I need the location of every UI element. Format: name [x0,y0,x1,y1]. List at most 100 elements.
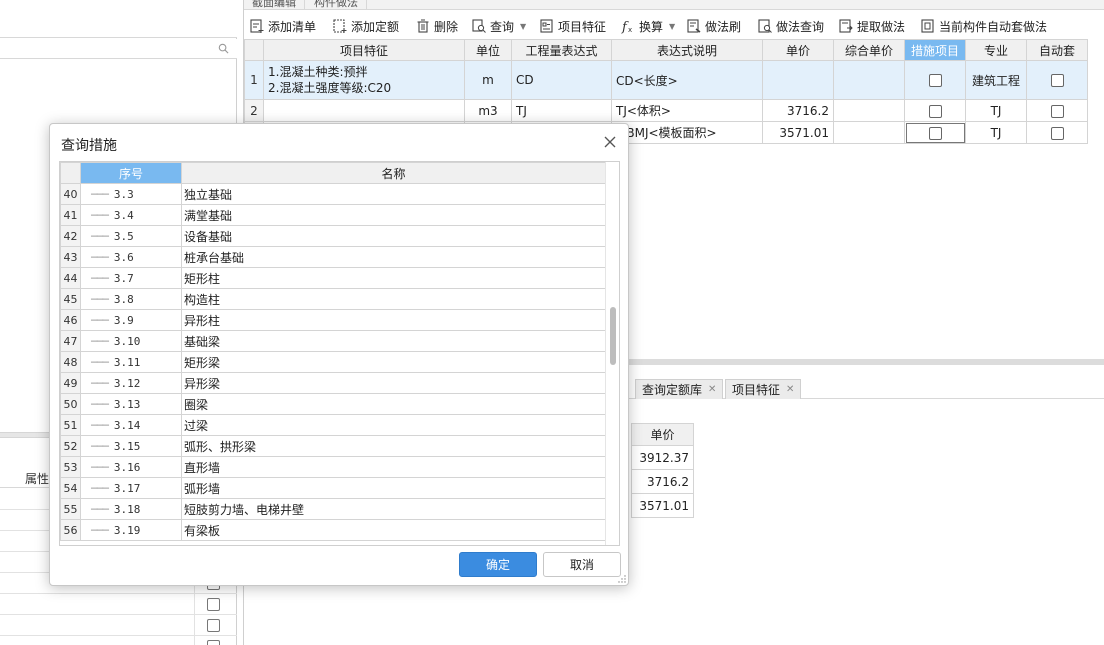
composite-price-cell[interactable] [833,121,905,144]
tab-section-edit[interactable]: 截面编辑 [244,0,305,9]
auto-apply-cell[interactable] [1026,99,1088,122]
composite-price-cell[interactable] [833,99,905,122]
auto-apply-checkbox[interactable] [1050,126,1064,140]
cancel-button[interactable]: 取消 [543,552,621,577]
tab-query-quota-library[interactable]: 查询定额库 ✕ [635,379,724,399]
feature-cell[interactable]: 1.混凝土种类:预拌 2.混凝土强度等级:C20 [263,60,465,100]
col-header-feature[interactable]: 项目特征 [263,39,465,61]
measure-name-cell[interactable]: 异形柱 [181,309,606,331]
add-quota-button[interactable]: 添加定额 [332,16,399,36]
measure-name-cell[interactable]: 短肢剪力墙、电梯井壁 [181,498,606,520]
scrollbar-thumb[interactable] [610,307,616,365]
list-item[interactable]: 46 ─── 3.9 异形柱 [60,309,606,331]
measure-code-cell[interactable]: ─── 3.15 [80,435,182,457]
list-item[interactable]: 49 ─── 3.12 异形梁 [60,372,606,394]
list-item[interactable]: 55 ─── 3.18 短肢剪力墙、电梯井壁 [60,498,606,520]
measure-name-cell[interactable]: 构造柱 [181,288,606,310]
price-cell[interactable] [762,60,834,100]
auto-apply-button[interactable]: 当前构件自动套做法 [920,16,1047,36]
property-row[interactable] [0,636,237,645]
search-icon[interactable] [218,43,229,54]
tab-item-feature[interactable]: 项目特征 ✕ [725,379,802,399]
method-query-button[interactable]: 做法查询 [757,16,824,36]
measure-code-cell[interactable]: ─── 3.8 [80,288,182,310]
measure-name-cell[interactable]: 独立基础 [181,183,606,205]
expression-cell[interactable]: TJ [511,99,612,122]
measure-item-cell[interactable] [904,99,966,122]
measure-name-cell[interactable]: 异形梁 [181,372,606,394]
list-item[interactable]: 47 ─── 3.10 基础梁 [60,330,606,352]
expression-desc-cell[interactable]: TJ<体积> [611,99,763,122]
list-item[interactable]: 41 ─── 3.4 满堂基础 [60,204,606,226]
price-cell[interactable]: 3571.01 [762,121,834,144]
close-icon[interactable]: ✕ [708,384,716,395]
left-search-input[interactable] [2,40,214,57]
auto-apply-cell[interactable] [1026,60,1088,100]
measure-code-cell[interactable]: ─── 3.13 [80,393,182,415]
measure-code-cell[interactable]: ─── 3.6 [80,246,182,268]
col-header-expression-desc[interactable]: 表达式说明 [611,39,763,61]
list-scrollbar[interactable] [605,162,619,545]
list-item[interactable]: 53 ─── 3.16 直形墙 [60,456,606,478]
measure-name-cell[interactable]: 矩形柱 [181,267,606,289]
measure-code-cell[interactable]: ─── 3.18 [80,498,182,520]
col-header-price[interactable]: 单价 [762,39,834,61]
expression-cell[interactable]: CD [511,60,612,100]
expression-desc-cell[interactable]: MBMJ<模板面积> [611,121,763,144]
list-item[interactable]: 54 ─── 3.17 弧形墙 [60,477,606,499]
col-header-expression[interactable]: 工程量表达式 [511,39,612,61]
measure-name-cell[interactable]: 基础梁 [181,330,606,352]
unit-price-cell[interactable]: 3571.01 [631,493,694,518]
measure-name-cell[interactable]: 桩承台基础 [181,246,606,268]
measure-name-cell[interactable]: 圈梁 [181,393,606,415]
list-item[interactable]: 50 ─── 3.13 圈梁 [60,393,606,415]
method-brush-button[interactable]: 做法刷 [686,16,741,36]
measure-name-cell[interactable]: 过梁 [181,414,606,436]
col-header-composite-price[interactable]: 综合单价 [833,39,905,61]
measure-code-cell[interactable]: ─── 3.17 [80,477,182,499]
list-item[interactable]: 44 ─── 3.7 矩形柱 [60,267,606,289]
feature-cell[interactable] [263,99,465,122]
measure-name-cell[interactable]: 有梁板 [181,519,606,541]
major-cell[interactable]: 建筑工程 [965,60,1027,100]
measure-code-cell[interactable]: ─── 3.12 [80,372,182,394]
unit-cell[interactable]: m [464,60,512,100]
close-icon[interactable] [602,134,618,150]
measure-code-cell[interactable]: ─── 3.4 [80,204,182,226]
list-item[interactable]: 52 ─── 3.15 弧形、拱形梁 [60,435,606,457]
list-item[interactable]: 48 ─── 3.11 矩形梁 [60,351,606,373]
table-row[interactable]: 2 m3 TJ TJ<体积> 3716.2 TJ [244,99,1088,122]
measure-name-cell[interactable]: 弧形墙 [181,477,606,499]
measure-code-cell[interactable]: ─── 3.11 [80,351,182,373]
property-row[interactable] [0,615,237,636]
list-item[interactable]: 42 ─── 3.5 设备基础 [60,225,606,247]
list-item[interactable]: 43 ─── 3.6 桩承台基础 [60,246,606,268]
unit-price-cell[interactable]: 3912.37 [631,445,694,470]
resize-grip-icon[interactable] [618,575,626,583]
add-list-button[interactable]: 添加清单 [249,16,316,36]
measure-name-cell[interactable]: 满堂基础 [181,204,606,226]
measure-name-cell[interactable]: 设备基础 [181,225,606,247]
measure-code-cell[interactable]: ─── 3.10 [80,330,182,352]
measure-code-cell[interactable]: ─── 3.16 [80,456,182,478]
measure-code-cell[interactable]: ─── 3.14 [80,414,182,436]
unit-cell[interactable]: m3 [464,99,512,122]
chevron-down-icon[interactable]: ▼ [669,22,675,31]
col-header-name[interactable]: 名称 [181,162,606,184]
col-header-auto-apply[interactable]: 自动套 [1026,39,1088,61]
chevron-down-icon[interactable]: ▼ [520,22,526,31]
measure-code-cell[interactable]: ─── 3.5 [80,225,182,247]
auto-apply-checkbox[interactable] [1050,74,1064,87]
extract-method-button[interactable]: 提取做法 [838,16,905,36]
measure-checkbox[interactable] [928,104,942,118]
measure-name-cell[interactable]: 矩形梁 [181,351,606,373]
col-header-unit[interactable]: 单位 [464,39,512,61]
col-header-unit-price[interactable]: 单价 [631,423,694,446]
measure-code-cell[interactable]: ─── 3.19 [80,519,182,541]
list-item[interactable]: 51 ─── 3.14 过梁 [60,414,606,436]
measure-checkbox[interactable] [928,74,942,87]
delete-button[interactable]: 删除 [415,16,458,36]
unit-price-cell[interactable]: 3716.2 [631,469,694,494]
ok-button[interactable]: 确定 [459,552,537,577]
composite-price-cell[interactable] [833,60,905,100]
